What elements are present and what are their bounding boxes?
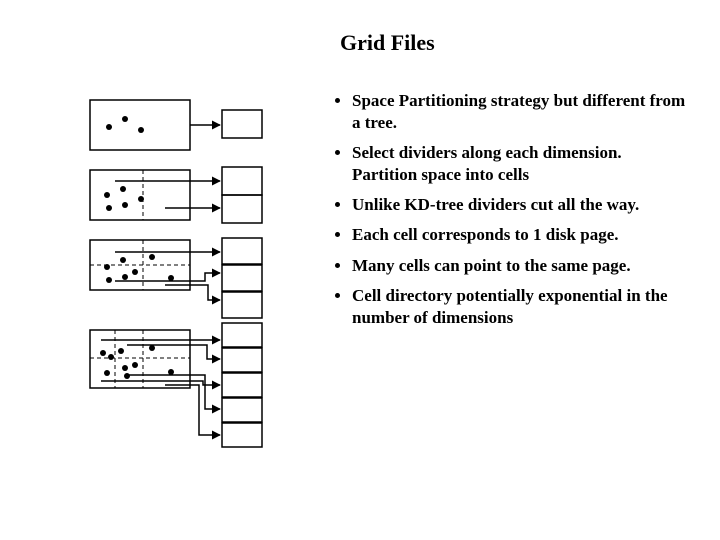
- list-item: Space Partitioning strategy but differen…: [352, 90, 690, 134]
- list-item: Select dividers along each dimension. Pa…: [352, 142, 690, 186]
- grid-file-diagram: [85, 95, 295, 480]
- slide: Grid Files Space Partitioning strategy b…: [0, 0, 720, 540]
- panel-3: [90, 238, 262, 318]
- bullet-list: Space Partitioning strategy but differen…: [330, 90, 690, 337]
- panel-4: [90, 323, 262, 447]
- panel-2: [90, 167, 262, 223]
- list-item: Cell directory potentially exponential i…: [352, 285, 690, 329]
- diagram-svg: [85, 95, 295, 475]
- list-item: Many cells can point to the same page.: [352, 255, 690, 277]
- list-item: Unlike KD-tree dividers cut all the way.: [352, 194, 690, 216]
- panel-1: [90, 100, 262, 150]
- list-item: Each cell corresponds to 1 disk page.: [352, 224, 690, 246]
- page-title: Grid Files: [340, 30, 435, 56]
